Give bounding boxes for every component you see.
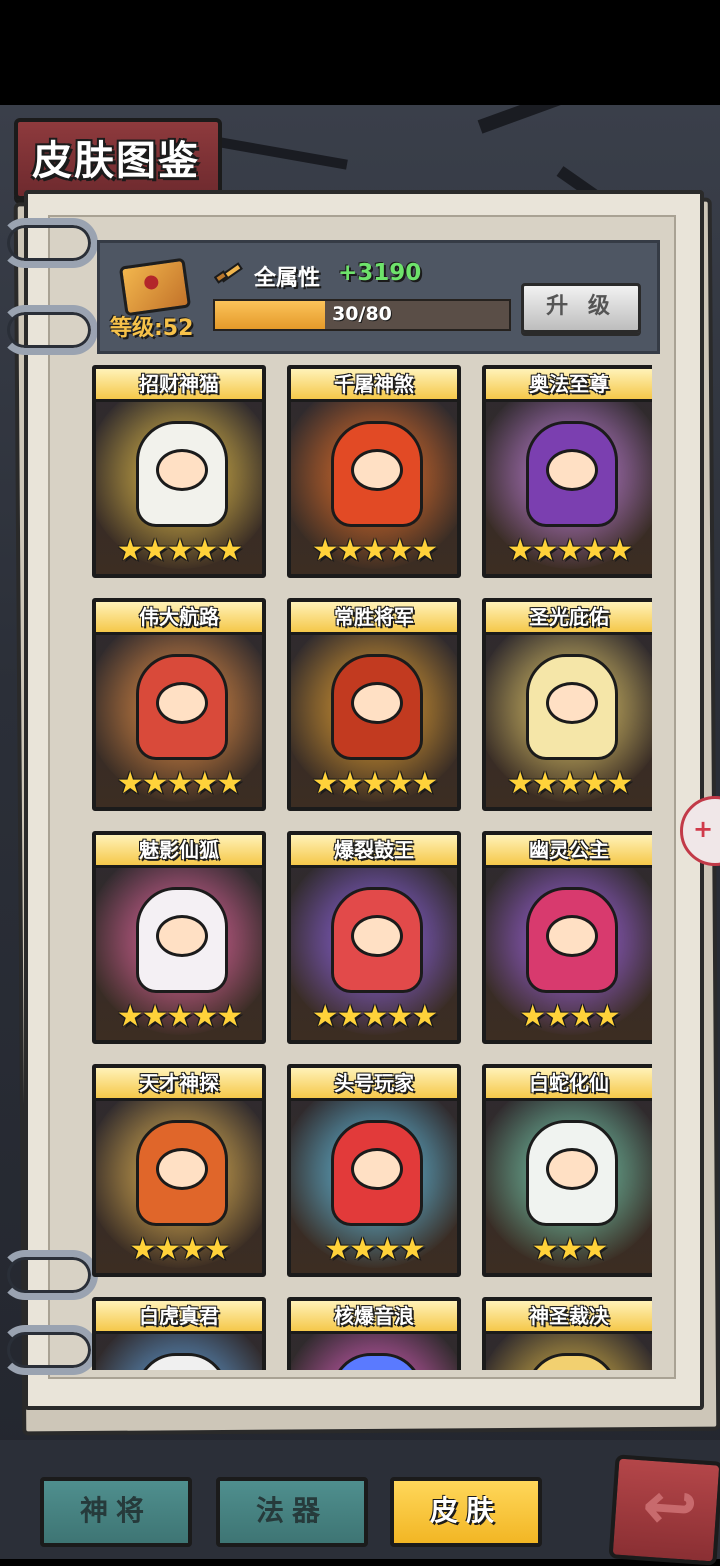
skin-stars: ★★★★: [324, 1232, 426, 1267]
skin-card[interactable]: 头号玩家 ★★★★: [287, 1064, 461, 1277]
skin-character-face: [156, 682, 208, 724]
skin-card[interactable]: 白虎真君: [92, 1297, 266, 1370]
skin-character-face: [156, 449, 208, 491]
skin-stars: ★★★★★: [311, 766, 438, 801]
skin-name: 天才神探: [96, 1068, 262, 1101]
skin-character-face: [351, 1148, 403, 1190]
skin-stars: ★★★★★: [506, 766, 633, 801]
attribute-label: 全属性: [254, 266, 321, 291]
skin-card[interactable]: 常胜将军 ★★★★★: [287, 598, 461, 811]
skin-character-face: [546, 449, 598, 491]
skin-card[interactable]: 核爆音浪: [287, 1297, 461, 1370]
skin-character-face: [546, 682, 598, 724]
skin-card[interactable]: 天才神探 ★★★★: [92, 1064, 266, 1277]
binder-ring: [0, 1325, 98, 1375]
skin-card[interactable]: 魅影仙狐 ★★★★★: [92, 831, 266, 1044]
skin-stars: ★★★★★: [506, 533, 633, 568]
skin-character-face: [156, 915, 208, 957]
skin-card[interactable]: 奥法至尊 ★★★★★: [482, 365, 652, 578]
skin-card[interactable]: 幽灵公主 ★★★★: [482, 831, 652, 1044]
binder-ring: [0, 218, 98, 268]
tab-skins[interactable]: 皮肤: [390, 1477, 542, 1547]
skin-character-face: [351, 915, 403, 957]
binder-ring: [0, 1250, 98, 1300]
skin-name: 魅影仙狐: [96, 835, 262, 868]
back-button[interactable]: ↩: [608, 1454, 720, 1566]
skin-card[interactable]: 白蛇化仙 ★★★: [482, 1064, 652, 1277]
skin-card[interactable]: 伟大航路 ★★★★★: [92, 598, 266, 811]
skin-name: 爆裂鼓王: [291, 835, 457, 868]
skin-name: 核爆音浪: [291, 1301, 457, 1334]
skin-grid: 招财神猫 ★★★★★ 千屠神煞 ★★★★★ 奥法至尊 ★★★★★ 伟大航路 ★★★★★ 常胜将军…: [92, 365, 652, 1370]
page-title: 皮肤图鉴: [32, 138, 200, 184]
skin-name: 奥法至尊: [486, 369, 652, 402]
level-progress-text: 30/80: [332, 303, 392, 325]
skin-name: 千屠神煞: [291, 369, 457, 402]
skin-card[interactable]: 千屠神煞 ★★★★★: [287, 365, 461, 578]
skin-card[interactable]: 神圣裁决: [482, 1297, 652, 1370]
skin-stars: ★★★★: [129, 1232, 231, 1267]
skin-stars: ★★★: [531, 1232, 609, 1267]
sword-icon: [214, 262, 243, 284]
skin-card[interactable]: 爆裂鼓王 ★★★★★: [287, 831, 461, 1044]
skin-stars: ★★★★★: [311, 999, 438, 1034]
skin-stars: ★★★★★: [116, 999, 243, 1034]
tab-heroes[interactable]: 神将: [40, 1477, 192, 1547]
skin-name: 幽灵公主: [486, 835, 652, 868]
skin-name: 头号玩家: [291, 1068, 457, 1101]
skin-name: 神圣裁决: [486, 1301, 652, 1334]
scroll-icon: [118, 257, 192, 317]
level-progress-bar: 30/80: [213, 299, 511, 331]
skin-stars: ★★★★★: [311, 533, 438, 568]
skin-name: 白蛇化仙: [486, 1068, 652, 1101]
skin-stars: ★★★★★: [116, 533, 243, 568]
skin-card[interactable]: 招财神猫 ★★★★★: [92, 365, 266, 578]
plus-icon: +: [693, 815, 714, 843]
skin-stars: ★★★★★: [116, 766, 243, 801]
skin-character-face: [156, 1148, 208, 1190]
skin-character-face: [546, 1148, 598, 1190]
skin-character-face: [546, 915, 598, 957]
attribute-value: +3190: [338, 260, 422, 286]
skin-stars: ★★★★: [519, 999, 621, 1034]
upgrade-button[interactable]: 升 级: [521, 283, 641, 333]
tab-artifacts[interactable]: 法器: [216, 1477, 368, 1547]
level-label: 等级:52: [110, 316, 194, 341]
skin-name: 招财神猫: [96, 369, 262, 402]
skin-name: 圣光庇佑: [486, 602, 652, 635]
binder-ring: [0, 305, 98, 355]
skin-name: 伟大航路: [96, 602, 262, 635]
skin-name: 白虎真君: [96, 1301, 262, 1334]
skin-card[interactable]: 圣光庇佑 ★★★★★: [482, 598, 652, 811]
back-arrow-icon: ↩: [639, 1466, 701, 1548]
skin-character-face: [351, 682, 403, 724]
skin-name: 常胜将军: [291, 602, 457, 635]
skin-character-face: [351, 449, 403, 491]
